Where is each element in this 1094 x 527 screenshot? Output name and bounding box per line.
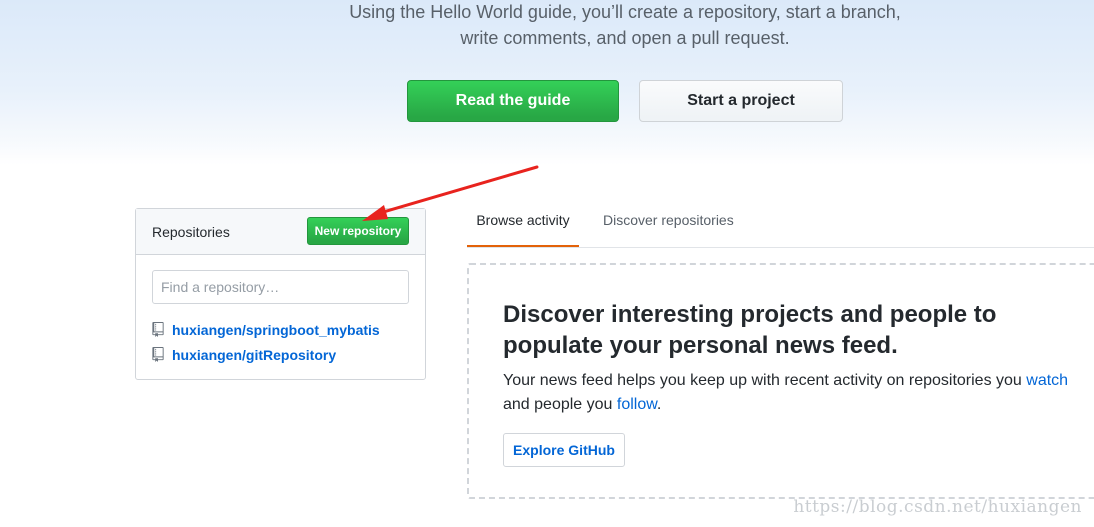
find-repository-input[interactable]	[152, 270, 409, 304]
feed-tabs: Browse activity Discover repositories	[467, 196, 1094, 248]
repo-icon	[152, 322, 164, 337]
repo-icon	[152, 347, 164, 362]
repositories-header: Repositories New repository	[136, 209, 425, 255]
feed-text-prefix: Your news feed helps you keep up with re…	[503, 372, 1027, 389]
repo-link-springboot-mybatis[interactable]: huxiangen/springboot_mybatis	[172, 320, 380, 340]
new-repository-button[interactable]: New repository	[307, 217, 409, 245]
feed-text-middle: and people you	[503, 396, 617, 413]
tab-browse-activity[interactable]: Browse activity	[467, 196, 579, 247]
read-guide-button[interactable]: Read the guide	[407, 80, 619, 122]
tab-discover-repositories[interactable]: Discover repositories	[603, 196, 734, 245]
follow-link[interactable]: follow	[617, 396, 657, 413]
start-project-button[interactable]: Start a project	[639, 80, 843, 122]
feed-description: Your news feed helps you keep up with re…	[503, 369, 1093, 417]
page: Using the Hello World guide, you’ll crea…	[0, 0, 1094, 527]
hero-description-line2: write comments, and open a pull request.	[460, 28, 790, 48]
feed-heading: Discover interesting projects and people…	[503, 301, 997, 359]
explore-github-button[interactable]: Explore GitHub	[503, 433, 625, 467]
hero-banner: Using the Hello World guide, you’ll crea…	[0, 0, 1094, 165]
feed-text-suffix: .	[656, 396, 662, 413]
repositories-panel: Repositories New repository huxiangen/sp…	[135, 208, 426, 380]
repo-link-gitrepository[interactable]: huxiangen/gitRepository	[172, 345, 336, 365]
hero-description-line1: Using the Hello World guide, you’ll crea…	[349, 2, 901, 22]
news-feed-empty-state: Discover interesting projects and people…	[467, 263, 1094, 499]
watch-link[interactable]: watch	[1026, 372, 1068, 389]
repositories-title: Repositories	[152, 224, 230, 240]
watermark: https://blog.csdn.net/huxiangen	[793, 497, 1082, 517]
